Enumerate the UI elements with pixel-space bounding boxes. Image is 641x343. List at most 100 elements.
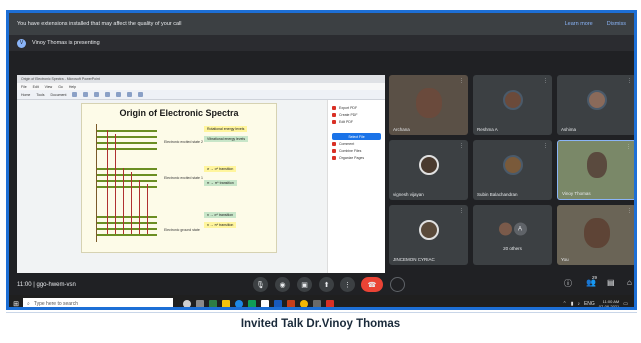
shared-window-ribbon: Home Tools Document [17,90,385,100]
participant-video [586,152,607,179]
participant-tile[interactable]: ⋮ Archana [389,75,468,135]
participant-tile[interactable]: ⋮ Reshma A [473,75,552,135]
more-options-icon[interactable]: ⋮ [627,78,632,84]
app-icon[interactable] [261,300,269,307]
more-options-icon[interactable]: ⋮ [459,78,464,84]
more-options-icon[interactable]: ⋮ [543,78,548,84]
participant-tile[interactable]: ⋮ vignesh vijayan [389,140,468,200]
panel-item: Export PDF [332,104,381,111]
chrome-icon[interactable] [300,300,308,307]
photo-frame: You have extensions installed that may a… [0,0,641,343]
camera-button[interactable]: ◉ [275,277,290,292]
transition-arrow [139,180,140,234]
pdf-icon [332,119,336,124]
print-icon [94,92,100,97]
participant-video [415,87,442,118]
more-icon: ⋮ [344,281,351,289]
participant-initial: A [513,222,527,236]
presenting-text: Vinoy Thomas is presenting [32,40,100,46]
pdf-icon [332,148,336,153]
panel-item: Comment [332,140,381,147]
energy-level-line [97,168,157,170]
powerpoint-icon[interactable] [287,300,295,307]
dismiss-button[interactable]: Dismiss [607,21,626,27]
annotation-tag: π → π* transition [204,180,237,186]
menu-item: Edit [32,84,39,89]
task-view-icon[interactable] [183,300,191,307]
participant-avatar [586,90,607,111]
taskbar-clock[interactable]: 11:00 AM 07-08-2021 [599,299,619,307]
windows-start-icon[interactable]: ⊞ [9,300,23,307]
participant-tile-active-speaker[interactable]: ⋮ Vinoy Thomas [557,140,634,200]
self-tile[interactable]: ⋮ You [557,205,634,265]
acrobat-icon[interactable] [326,300,334,307]
annotation-tag: Vibrational energy levels [204,136,249,142]
meet-window: You have extensions installed that may a… [6,10,637,310]
learn-more-link[interactable]: Learn more [565,21,593,27]
taskbar-search-box[interactable]: ⌕ Type here to search [23,297,173,307]
mic-button[interactable]: 🎙 [253,277,268,292]
mic-icon: 🎙 [256,281,265,289]
search-icon: ⌕ [27,301,30,307]
captions-icon: ▣ [301,281,308,289]
taskbar-apps [183,300,334,307]
energy-level-line [97,216,157,218]
participant-avatar [418,155,439,176]
info-icon[interactable]: ⓘ [564,278,572,289]
ribbon-tab: Tools [36,92,45,97]
folder-icon[interactable] [222,300,230,307]
chat-icon[interactable]: ▤ [607,278,615,287]
participant-tile[interactable]: ⋮ Subin Balachandran [473,140,552,200]
participant-avatar [502,90,523,111]
app-icon[interactable] [313,300,321,307]
app-icon[interactable] [196,300,204,307]
search-placeholder: Type here to search [33,301,79,307]
state-label: Electronic ground state [164,228,200,232]
volume-icon[interactable]: ♪ [577,301,580,307]
more-options-button[interactable]: ⋮ [340,277,355,292]
photo-caption: Invited Talk Dr.Vinoy Thomas [240,318,401,330]
participant-avatar [502,155,523,176]
shared-window-titlebar: Origin of Electronic Spectra - Microsoft… [17,75,385,83]
network-icon[interactable]: ▮ [571,301,574,307]
panel-item: Edit PDF [332,118,381,125]
shared-screen: Origin of Electronic Spectra - Microsoft… [17,75,385,273]
more-options-icon[interactable]: ⋮ [627,208,632,214]
annotation-tag: Rotational energy levels [204,126,248,132]
others-count: 20 others [503,246,522,251]
more-options-icon[interactable]: ⋮ [543,143,548,149]
word-icon[interactable] [274,300,282,307]
activities-icon[interactable]: ⌂ [627,278,632,287]
hang-up-button[interactable]: ☎ [361,277,383,292]
zoom-icon [116,92,122,97]
tray-chevron-icon[interactable]: ⌃ [562,301,566,307]
reaction-button[interactable] [390,277,405,292]
energy-level-line [97,180,157,182]
self-video [583,217,610,248]
others-tile[interactable]: A 20 others [473,205,552,265]
more-options-icon[interactable]: ⋮ [459,208,464,214]
captions-button[interactable]: ▣ [297,277,312,292]
edge-icon[interactable] [235,300,243,307]
participant-tile[interactable]: ⋮ JINCEMON CYRIAC [389,205,468,265]
notifications-icon[interactable]: ▭ [623,301,628,307]
windows-taskbar: ⊞ ⌕ Type here to search ⌃ ▮ ♪ ENG 11:00 … [9,295,634,307]
app-icon[interactable] [209,300,217,307]
extension-warning-bar: You have extensions installed that may a… [9,13,634,35]
participant-name: Archana [393,127,410,132]
participant-name: JINCEMON CYRIAC [393,257,435,262]
app-icon[interactable] [248,300,256,307]
participant-name: Reshma A [477,127,498,132]
menu-item: Go [58,84,63,89]
energy-level-line [97,234,157,236]
panel-item: Combine Files [332,147,381,154]
present-button[interactable]: ⬆ [319,277,334,292]
transition-arrow [147,184,148,234]
energy-level-line [97,222,157,224]
more-options-icon[interactable]: ⋮ [459,143,464,149]
participant-name: You [561,257,569,262]
tray-lang[interactable]: ENG [584,301,595,307]
annotation-tag: n → π* transition [204,222,237,228]
participant-tile[interactable]: ⋮ Ashima [557,75,634,135]
others-avatars: A [498,222,527,236]
